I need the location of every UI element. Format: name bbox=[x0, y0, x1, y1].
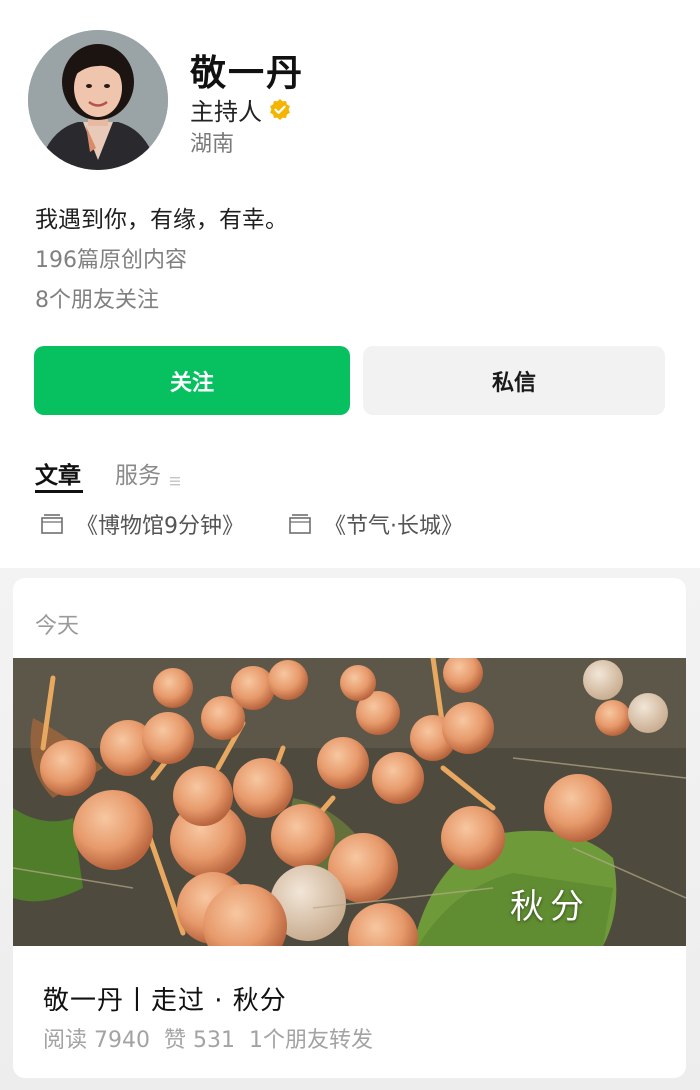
feed-date-header: 今天 bbox=[35, 614, 80, 639]
verified-badge-icon bbox=[268, 98, 292, 122]
article-cover-image[interactable]: 秋分 bbox=[13, 658, 686, 946]
account-bio: 我遇到你，有缘，有幸。 bbox=[35, 207, 288, 233]
menu-icon bbox=[169, 467, 181, 486]
article-title[interactable]: 敬一丹丨走过 · 秋分 bbox=[43, 980, 287, 1017]
collection-museum[interactable]: 《博物馆9分钟》 bbox=[40, 508, 244, 540]
like-count: 赞 531 bbox=[163, 1028, 235, 1053]
read-count: 阅读 7940 bbox=[43, 1028, 150, 1053]
cover-caption: 秋分 bbox=[510, 887, 590, 927]
friends-following-count[interactable]: 8个朋友关注 bbox=[35, 282, 159, 314]
collection-solar-terms[interactable]: 《节气·长城》 bbox=[288, 508, 463, 540]
account-region: 湖南 bbox=[190, 132, 235, 157]
follow-button[interactable]: 关注 bbox=[34, 346, 350, 415]
title-row: 主持人 bbox=[190, 92, 292, 127]
message-button[interactable]: 私信 bbox=[363, 346, 665, 415]
tab-services[interactable]: 服务 bbox=[115, 456, 181, 490]
article-card[interactable]: 今天 秋分 敬一丹丨走过 · 秋分 阅读 7940 赞 531 1个朋友转发 bbox=[13, 578, 686, 1078]
article-meta: 阅读 7940 赞 531 1个朋友转发 bbox=[43, 1022, 373, 1054]
profile-header: 敬一丹 主持人 湖南 我遇到你，有缘，有幸。 196篇原创内容 8个朋友关注 关… bbox=[0, 0, 700, 580]
collection-label: 《节气·长城》 bbox=[324, 514, 463, 539]
original-content-count[interactable]: 196篇原创内容 bbox=[35, 242, 187, 274]
folder-icon bbox=[288, 512, 312, 536]
tab-services-label: 服务 bbox=[115, 463, 161, 489]
tab-articles[interactable]: 文章 bbox=[35, 456, 81, 490]
account-name: 敬一丹 bbox=[190, 53, 305, 94]
account-title: 主持人 bbox=[190, 98, 262, 126]
folder-icon bbox=[40, 512, 64, 536]
friend-share-count: 1个朋友转发 bbox=[248, 1028, 373, 1053]
collection-label: 《博物馆9分钟》 bbox=[76, 514, 244, 539]
active-tab-indicator bbox=[35, 490, 83, 493]
avatar[interactable] bbox=[28, 30, 168, 170]
